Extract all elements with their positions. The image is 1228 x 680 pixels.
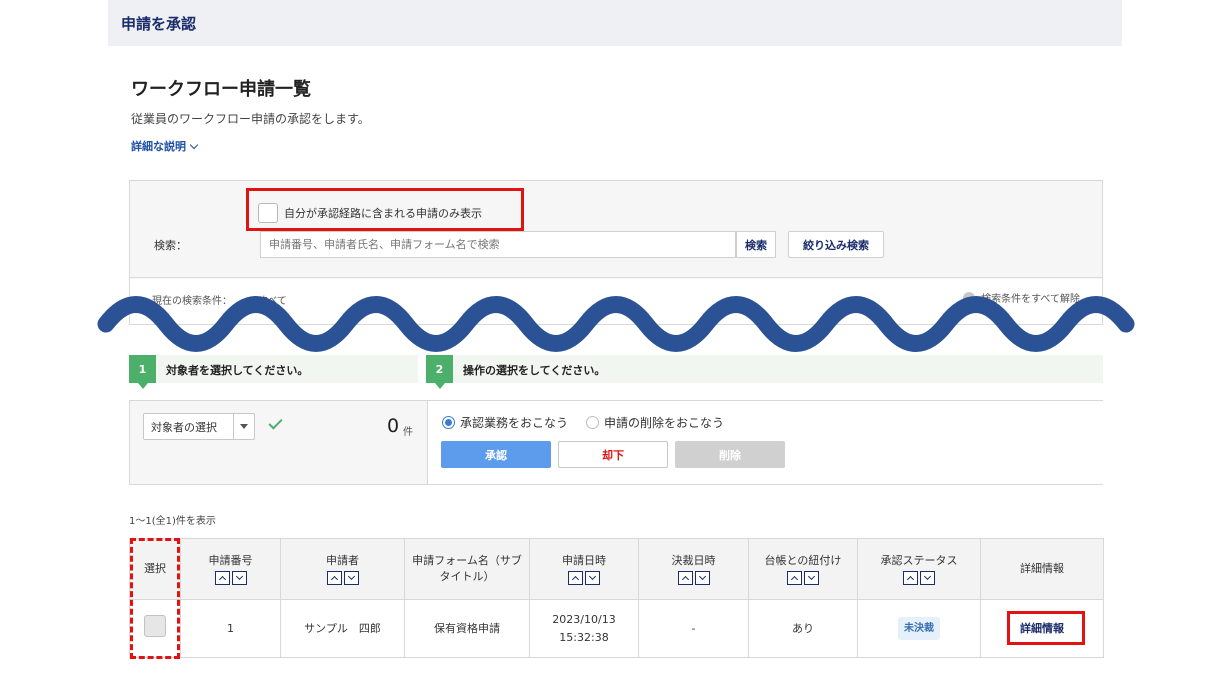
highlight-frame-detail: [1007, 611, 1085, 645]
result-count: 1〜1(全1)件を表示: [129, 516, 216, 527]
header-title: 申請を承認: [121, 15, 197, 33]
sort-desc-icon[interactable]: [231, 571, 247, 586]
radio-delete[interactable]: [586, 416, 600, 429]
approve-button[interactable]: 承認: [441, 441, 551, 468]
sort-asc-icon[interactable]: [568, 571, 583, 586]
col-form-name: 申請フォーム名（サブタイトル）: [404, 538, 530, 600]
detail-link-label: 詳細な説明: [131, 140, 186, 153]
sort-asc-icon[interactable]: [787, 571, 802, 586]
col-decided-at: 決裁日時: [638, 538, 749, 600]
sort-asc-icon[interactable]: [214, 571, 230, 586]
row-time: 15:32:38: [559, 630, 609, 644]
col-detail: 詳細情報: [980, 538, 1104, 600]
row-form: 保有資格申請: [404, 599, 530, 658]
sort-asc-icon[interactable]: [903, 571, 918, 586]
dropdown-arrow[interactable]: [233, 414, 254, 439]
chevron-down-icon: [189, 140, 199, 149]
operation-area: 承認業務をおこなう 申請の削除をおこなう 承認 却下 削除: [427, 401, 1103, 484]
target-select-label: 対象者の選択: [151, 420, 217, 434]
wave-divider: [97, 296, 1135, 352]
sort-desc-icon[interactable]: [920, 571, 935, 586]
row-applicant: サンプル 四郎: [280, 599, 405, 658]
sort-desc-icon[interactable]: [585, 571, 600, 586]
page-description: 従業員のワークフロー申請の承認をします。: [131, 112, 370, 126]
application-table: 選択 申請番号 申請者 申請フォーム名（サブタイトル） 申請日時 決裁日時 台帳…: [129, 538, 1104, 658]
sort-asc-icon[interactable]: [677, 571, 693, 586]
status-badge: 未決裁: [898, 616, 940, 641]
sort-desc-icon[interactable]: [694, 571, 710, 586]
col-applicant: 申請者: [280, 538, 405, 600]
table-row: 1 サンプル 四郎 保有資格申請 2023/10/13 15:32:38 - あり…: [129, 599, 1104, 658]
row-number: 1: [180, 599, 281, 658]
count-unit: 件: [403, 427, 413, 438]
radio-delete-label[interactable]: 申請の削除をおこなう: [604, 414, 724, 431]
step-number: 1: [129, 355, 156, 389]
sort-desc-icon[interactable]: [343, 571, 359, 586]
step-1: 1 対象者を選択してください。: [129, 355, 418, 389]
radio-approve-label[interactable]: 承認業務をおこなう: [460, 414, 568, 431]
check-icon: [268, 415, 283, 430]
row-ledger: あり: [748, 599, 858, 658]
header-bar: 申請を承認: [108, 0, 1122, 46]
row-applied-at: 2023/10/13 15:32:38: [529, 599, 639, 658]
operation-radio-group: 承認業務をおこなう 申請の削除をおこなう: [442, 414, 724, 431]
row-decided-at: -: [638, 599, 749, 658]
search-button[interactable]: 検索: [736, 231, 776, 258]
reject-button[interactable]: 却下: [558, 441, 668, 468]
page-title: ワークフロー申請一覧: [131, 79, 311, 100]
col-ledger: 台帳との紐付け: [748, 538, 858, 600]
search-label: 検索：: [154, 239, 187, 252]
sort-desc-icon[interactable]: [804, 571, 819, 586]
selected-count: 0: [387, 415, 400, 437]
step-number: 2: [426, 355, 453, 389]
detail-link[interactable]: 詳細な説明: [131, 138, 199, 154]
highlight-frame-checkbox: [246, 188, 524, 231]
col-applied-at: 申請日時: [529, 538, 639, 600]
row-status-cell: 未決裁: [857, 599, 981, 658]
step-text: 対象者を選択してください。: [166, 364, 309, 377]
filter-search-button[interactable]: 絞り込み検索: [788, 231, 884, 258]
search-input[interactable]: [260, 231, 736, 258]
delete-button[interactable]: 削除: [675, 441, 785, 468]
sort-asc-icon[interactable]: [326, 571, 342, 586]
step-2: 2 操作の選択をしてください。: [426, 355, 1103, 389]
chevron-down-icon: [240, 424, 248, 429]
table-header-row: 選択 申請番号 申請者 申請フォーム名（サブタイトル） 申請日時 決裁日時 台帳…: [129, 538, 1104, 600]
target-select-dropdown[interactable]: 対象者の選択: [143, 413, 255, 440]
highlight-frame-select-column: [130, 538, 180, 659]
step-text: 操作の選択をしてください。: [463, 364, 606, 377]
col-number: 申請番号: [180, 538, 281, 600]
operation-panel: 対象者の選択 0 件 承認業務をおこなう 申請の削除をおこなう 承認 却下 削除: [129, 400, 1103, 485]
col-status: 承認ステータス: [857, 538, 981, 600]
row-date: 2023/10/13: [552, 613, 616, 627]
radio-approve[interactable]: [442, 416, 455, 429]
